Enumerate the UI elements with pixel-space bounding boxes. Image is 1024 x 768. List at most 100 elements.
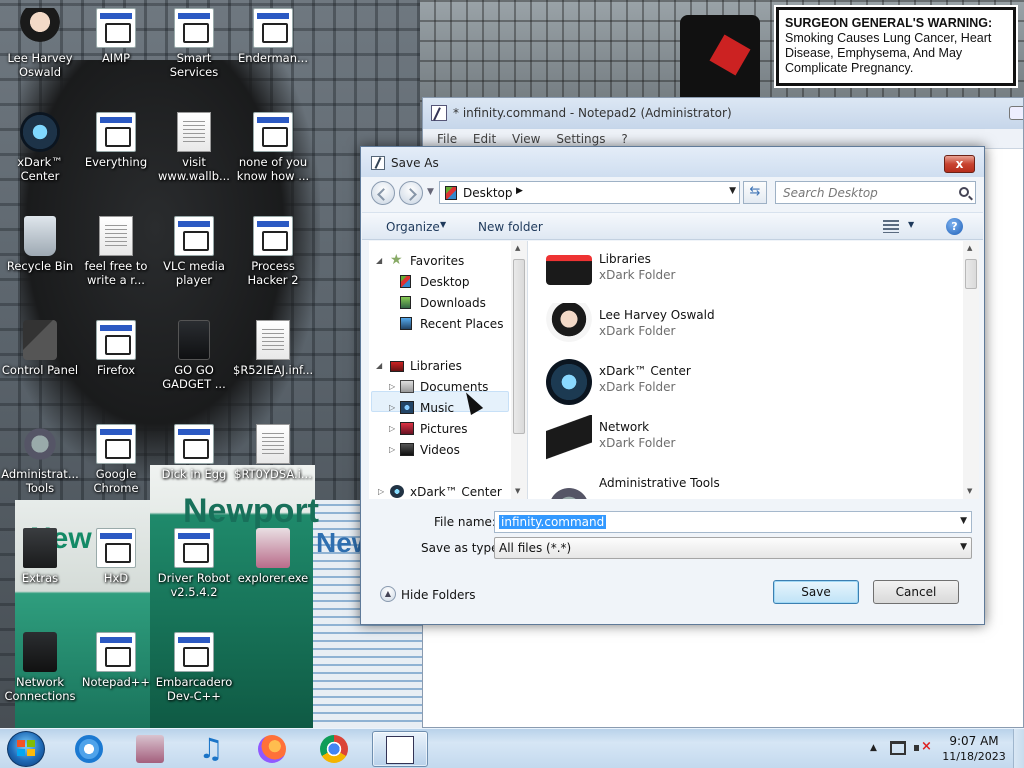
- taskbar-internet-explorer[interactable]: [62, 731, 116, 767]
- address-breadcrumb[interactable]: Desktop: [463, 186, 513, 200]
- address-bar[interactable]: Desktop ▶ ▼: [439, 181, 740, 204]
- taskbar-music[interactable]: ♫: [184, 731, 238, 767]
- hide-folders-button[interactable]: Hide Folders: [401, 588, 476, 602]
- notepad2-minimize-button[interactable]: [1009, 106, 1023, 120]
- scroll-down-icon[interactable]: ▼: [967, 487, 972, 495]
- tree-item-pictures[interactable]: ▷ Pictures: [369, 419, 509, 439]
- notepad2-titlebar[interactable]: * infinity.command - Notepad2 (Administr…: [423, 98, 1023, 129]
- file-item-network[interactable]: Network xDark Folder: [528, 409, 958, 465]
- desktop-icon-enderman[interactable]: Enderman...: [233, 8, 313, 65]
- save-as-dialog[interactable]: Save As x ▼ Desktop ▶ ▼ ⇆ Search Desktop…: [360, 146, 985, 625]
- expand-arrow-icon[interactable]: ▷: [389, 398, 395, 418]
- tree-item-downloads[interactable]: Downloads: [369, 293, 509, 313]
- desktop-icon-recycle-bin[interactable]: Recycle Bin: [0, 216, 80, 273]
- network-tray-icon[interactable]: [890, 741, 906, 755]
- tree-item-xdark-center[interactable]: ▷ xDark™ Center: [369, 482, 509, 499]
- desktop-icon-process-hacker[interactable]: Process Hacker 2: [233, 216, 313, 287]
- scroll-down-icon[interactable]: ▼: [515, 487, 520, 495]
- desktop-icon-lee-harvey-oswald[interactable]: Lee Harvey Oswald: [0, 8, 80, 79]
- desktop-icon-vlc[interactable]: VLC media player: [154, 216, 234, 287]
- desktop-icon-xdark-center[interactable]: xDark™ Center: [0, 112, 80, 183]
- tree-item-documents[interactable]: ▷ Documents: [369, 377, 509, 397]
- desktop-icon-dev-cpp[interactable]: Embarcadero Dev-C++: [154, 632, 234, 703]
- scrollbar-thumb[interactable]: [965, 259, 977, 289]
- desktop-icon-admin-tools[interactable]: Administrat... Tools: [0, 424, 80, 495]
- desktop-icon-feel-free[interactable]: feel free to write a r...: [76, 216, 156, 287]
- save-as-titlebar[interactable]: Save As x: [361, 147, 984, 177]
- scrollbar-thumb[interactable]: [513, 259, 525, 434]
- save-as-type-select[interactable]: All files (*.*) ▼: [494, 537, 972, 559]
- chevron-up-icon[interactable]: ▲: [380, 586, 396, 602]
- volume-muted-icon[interactable]: [914, 739, 932, 755]
- file-item-libraries[interactable]: Libraries xDark Folder: [528, 241, 958, 297]
- forward-button[interactable]: [399, 181, 423, 205]
- desktop-icon-extras[interactable]: Extras: [0, 528, 80, 585]
- scroll-up-icon[interactable]: ▲: [967, 244, 972, 252]
- chevron-down-icon[interactable]: ▼: [960, 516, 967, 526]
- desktop-icon-dick-in-egg[interactable]: Dick in Egg: [154, 424, 234, 481]
- file-list-scrollbar[interactable]: ▲ ▼: [963, 241, 979, 499]
- tree-item-favorites[interactable]: ◢ ★ Favorites: [369, 251, 509, 271]
- tree-item-recent-places[interactable]: Recent Places: [369, 314, 509, 334]
- tree-item-music[interactable]: ▷ Music: [369, 398, 509, 418]
- tree-scrollbar[interactable]: ▲ ▼: [511, 241, 527, 499]
- organize-button[interactable]: Organize: [386, 220, 440, 234]
- chevron-right-icon[interactable]: ▶: [516, 186, 523, 196]
- taskbar-firefox[interactable]: [245, 731, 299, 767]
- file-name-input[interactable]: infinity.command ▼: [494, 511, 972, 533]
- file-name: xDark™ Center: [599, 364, 691, 378]
- expand-arrow-icon[interactable]: ▷: [389, 419, 395, 439]
- show-hidden-icons-button[interactable]: ▲: [870, 743, 877, 753]
- desktop-icon-aimp[interactable]: AIMP: [76, 8, 156, 65]
- file-item-xdark-center[interactable]: xDark™ Center xDark Folder: [528, 353, 958, 409]
- chevron-down-icon[interactable]: ▼: [908, 220, 914, 229]
- desktop-icon-visit-wallbase[interactable]: visit www.wallb...: [154, 112, 234, 183]
- taskbar-chrome[interactable]: [307, 731, 361, 767]
- show-desktop-button[interactable]: [1013, 729, 1024, 768]
- chevron-down-icon[interactable]: ▼: [440, 220, 446, 229]
- close-button[interactable]: x: [944, 155, 975, 173]
- chevron-down-icon[interactable]: ▼: [960, 542, 967, 552]
- expand-arrow-icon[interactable]: ▷: [389, 440, 395, 460]
- desktop-icon-none-of-you[interactable]: none of you know how ...: [233, 112, 313, 183]
- file-name-value[interactable]: infinity.command: [499, 515, 607, 529]
- desktop-icon-google-chrome[interactable]: Google Chrome: [76, 424, 156, 495]
- desktop-icon-hxd[interactable]: HxD: [76, 528, 156, 585]
- tree-item-videos[interactable]: ▷ Videos: [369, 440, 509, 460]
- help-button[interactable]: ?: [946, 218, 963, 235]
- new-folder-button[interactable]: New folder: [478, 220, 543, 234]
- chevron-down-icon[interactable]: ▼: [729, 186, 736, 196]
- desktop-icon-rt0ydsa[interactable]: $RT0YDSA.i...: [233, 424, 313, 481]
- tree-item-desktop[interactable]: Desktop: [369, 272, 509, 292]
- expand-arrow-icon[interactable]: ▷: [389, 377, 395, 397]
- search-input[interactable]: Search Desktop: [775, 181, 976, 204]
- file-item-lee-harvey-oswald[interactable]: Lee Harvey Oswald xDark Folder: [528, 297, 958, 353]
- expand-arrow-icon[interactable]: ◢: [376, 251, 382, 271]
- desktop-icon-smart-services[interactable]: Smart Services: [154, 8, 234, 79]
- file-item-administrative-tools[interactable]: Administrative Tools: [528, 465, 958, 499]
- taskbar-app[interactable]: [123, 731, 177, 767]
- scroll-up-icon[interactable]: ▲: [515, 244, 520, 252]
- desktop-icon-network-connections[interactable]: Network Connections: [0, 632, 80, 703]
- expand-arrow-icon[interactable]: ▷: [378, 482, 384, 499]
- desktop-icon-control-panel[interactable]: Control Panel: [0, 320, 80, 377]
- desktop-icon-notepad-plus-plus[interactable]: Notepad++: [76, 632, 156, 689]
- back-button[interactable]: [371, 181, 395, 205]
- taskbar-notepad2[interactable]: [372, 731, 428, 767]
- expand-arrow-icon[interactable]: ◢: [376, 356, 382, 376]
- desktop-icon-label: xDark™ Center: [17, 155, 63, 183]
- clock-date[interactable]: 11/18/2023: [942, 750, 1006, 763]
- clock-time[interactable]: 9:07 AM: [942, 734, 1006, 748]
- desktop-icon-firefox[interactable]: Firefox: [76, 320, 156, 377]
- tree-item-libraries[interactable]: ◢ Libraries: [369, 356, 509, 376]
- refresh-button[interactable]: ⇆: [743, 181, 767, 204]
- desktop-icon-driver-robot[interactable]: Driver Robot v2.5.4.2: [154, 528, 234, 599]
- cancel-button[interactable]: Cancel: [873, 580, 959, 604]
- desktop-icon-everything[interactable]: Everything: [76, 112, 156, 169]
- desktop-icon-gadget[interactable]: GO GO GADGET ...: [154, 320, 234, 391]
- desktop-icon-r52ieaj[interactable]: $R52IEAJ.inf...: [233, 320, 313, 377]
- save-button[interactable]: Save: [773, 580, 859, 604]
- view-options-icon[interactable]: [883, 220, 899, 233]
- desktop-icon-explorer-exe[interactable]: explorer.exe: [233, 528, 313, 585]
- recent-pages-dropdown-icon[interactable]: ▼: [427, 187, 435, 197]
